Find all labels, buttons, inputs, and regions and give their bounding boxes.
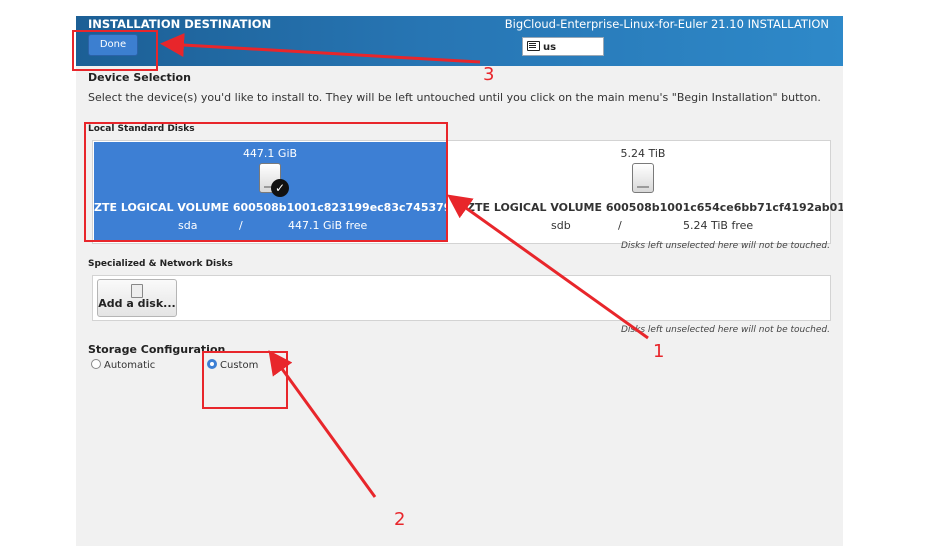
arrow-to-custom	[268, 350, 377, 498]
arrow-to-disk	[447, 194, 649, 340]
arrow-to-done	[160, 33, 481, 64]
annotation-label-3: 3	[483, 64, 495, 85]
annotation-arrows	[160, 33, 649, 498]
annotation-label-2: 2	[394, 509, 406, 530]
annotation-label-1: 1	[653, 341, 665, 362]
